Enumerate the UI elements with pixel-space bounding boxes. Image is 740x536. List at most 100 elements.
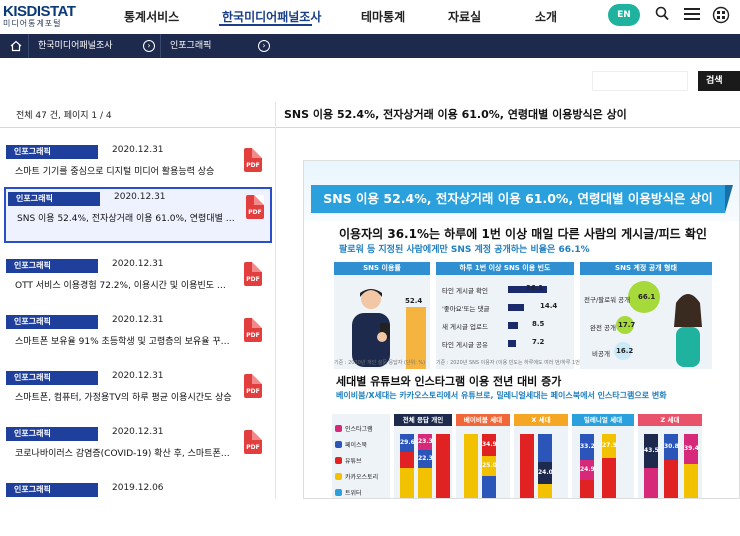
- breadcrumb: 한국미디어패널조사 › 인포그래픽 ›: [0, 34, 740, 58]
- menu-icon[interactable]: [684, 6, 700, 26]
- nav-about[interactable]: 소개: [535, 8, 557, 25]
- nav-archive[interactable]: 자료실: [448, 8, 481, 25]
- bar-segment: [538, 434, 552, 462]
- visibility-label: 비공개: [592, 350, 610, 358]
- generation-column: 43.5 30.8 39.4: [638, 426, 702, 498]
- bar-segment: 34.9: [482, 434, 497, 456]
- category-badge: 인포그래픽: [6, 371, 98, 385]
- facebook-legend-item: 페이스북: [335, 440, 367, 449]
- list-item[interactable]: 인포그래픽 2019.12.06: [4, 480, 272, 536]
- nav-active-indicator: [219, 24, 312, 26]
- category-badge: 인포그래픽: [6, 259, 98, 273]
- divider: [276, 127, 740, 128]
- generation-column: 33.2 24.9 27.9: [572, 426, 634, 498]
- row-label: 새 게시글 업로드: [442, 323, 488, 331]
- category-badge: 인포그래픽: [6, 145, 98, 159]
- pdf-download-icon[interactable]: PDF: [244, 374, 262, 398]
- bar-segment: [602, 458, 616, 498]
- bar-segment: [684, 464, 698, 498]
- item-title[interactable]: 스마트 기기를 중심으로 디지털 미디어 활용능력 상승: [15, 164, 233, 177]
- bar-segment: [436, 434, 450, 498]
- pdf-download-icon[interactable]: PDF: [244, 148, 262, 172]
- youtube-icon: [335, 457, 342, 464]
- row-bar: [508, 304, 524, 311]
- row-value: 8.5: [532, 320, 545, 328]
- sitemap-icon[interactable]: [712, 6, 730, 28]
- item-title[interactable]: OTT 서비스 이용경험 72.2%, 이용시간 및 이용빈도 모두 …: [15, 278, 233, 291]
- item-title[interactable]: 스마트폰 보유율 91% 초등학생 및 고령층의 보유율 꾸준히…: [15, 334, 233, 347]
- chevron-right-icon[interactable]: ›: [143, 40, 155, 52]
- generation-header: X 세대: [514, 414, 568, 426]
- column-divider: [275, 102, 276, 499]
- youtube-legend-item: 유튜브: [335, 456, 362, 465]
- pdf-download-icon[interactable]: PDF: [244, 430, 262, 454]
- bar-segment: 24.9: [580, 460, 595, 480]
- site-header: KISDISTAT 미디어통계포털 통계서비스 한국미디어패널조사 테마통계 자…: [0, 0, 740, 34]
- search-input[interactable]: [592, 71, 688, 91]
- bar-segment: [464, 434, 478, 498]
- bar-segment: 27.9: [602, 434, 617, 458]
- bar-segment: 39.4: [684, 434, 699, 464]
- result-count: 전체 47 건, 페이지 1 / 4: [16, 111, 112, 121]
- generation-header: 밀레니얼 세대: [572, 414, 634, 426]
- breadcrumb-level1[interactable]: 한국미디어패널조사: [38, 34, 113, 58]
- section-title: 세대별 유튜브와 인스타그램 이용 전년 대비 증가: [336, 375, 562, 388]
- visibility-value: 66.1: [638, 293, 656, 301]
- infographic-headline: 이용자의 36.1%는 하루에 1번 이상 매일 다른 사람의 게시글/피드 확…: [339, 227, 707, 241]
- account-visibility-panel: 전구/팔로워 공개 66.1 완전 공개 17.7 비공개 16.2: [580, 275, 712, 369]
- visibility-value: 16.2: [616, 347, 634, 355]
- bar-segment: 43.5: [644, 434, 659, 468]
- list-item[interactable]: 인포그래픽 2020.12.31 OTT 서비스 이용경험 72.2%, 이용시…: [4, 256, 272, 312]
- pdf-download-icon[interactable]: PDF: [246, 195, 264, 219]
- bar-segment: 33.2: [580, 434, 595, 460]
- bar-segment: [644, 468, 658, 498]
- site-logo[interactable]: KISDISTAT 미디어통계포털: [3, 3, 76, 29]
- search-icon[interactable]: [655, 6, 669, 26]
- nav-theme-stat[interactable]: 테마통계: [361, 8, 405, 25]
- item-title[interactable]: 스마트폰, 컴퓨터, 가정용TV의 하루 평균 이용시간도 상승: [15, 390, 233, 403]
- bar-segment: 25.0: [482, 456, 497, 476]
- kakaostory-icon: [335, 473, 342, 480]
- breadcrumb-level2[interactable]: 인포그래픽: [170, 34, 211, 58]
- item-date: 2019.12.06: [112, 483, 164, 493]
- facebook-icon: [335, 441, 342, 448]
- category-badge: 인포그래픽: [8, 192, 100, 206]
- bar-segment: 29.6: [400, 434, 415, 452]
- detail-title: SNS 이용 52.4%, 전자상거래 이용 61.0%, 연령대별 이용방식은…: [284, 108, 627, 121]
- bar-segment: [418, 468, 432, 498]
- category-badge: 인포그래픽: [6, 483, 98, 497]
- bar-segment: 24.0: [538, 462, 553, 484]
- pdf-download-icon[interactable]: PDF: [244, 262, 262, 286]
- section-subtitle: 베이비붐/X세대는 카카오스토리에서 유튜브로, 밀레니얼세대는 페이스북에서 …: [336, 391, 667, 400]
- chevron-right-icon[interactable]: ›: [258, 40, 270, 52]
- pdf-download-icon[interactable]: PDF: [244, 318, 262, 342]
- item-title[interactable]: 코로나바이러스 감염증(COVID-19) 확산 후, 스마트폰을 중…: [15, 446, 233, 459]
- generation-header: 베이비붐 세대: [456, 414, 510, 426]
- nav-stat-service[interactable]: 통계서비스: [124, 8, 179, 25]
- list-item[interactable]: 인포그래픽 2020.12.31 스마트폰, 컴퓨터, 가정용TV의 하루 평균…: [4, 368, 272, 424]
- list-item-selected[interactable]: 인포그래픽 2020.12.31 SNS 이용 52.4%, 전자상거래 이용 …: [4, 187, 272, 243]
- item-date: 2020.12.31: [114, 192, 166, 202]
- sns-usage-panel: 52.4: [334, 275, 430, 369]
- language-toggle-button[interactable]: EN: [608, 4, 640, 26]
- breadcrumb-divider: [160, 34, 161, 58]
- breadcrumb-divider: [28, 34, 29, 58]
- infographic-subline: 팔로워 등 지정된 사람에게만 SNS 계정 공개하는 비율은 66.1%: [339, 245, 590, 255]
- row-value: 14.4: [540, 302, 558, 310]
- row-label: 타인 게시글 확인: [442, 287, 488, 295]
- category-badge: 인포그래픽: [6, 427, 98, 441]
- row-bar: [508, 322, 518, 329]
- visibility-label: 전구/팔로워 공개: [584, 296, 631, 304]
- kakaostory-legend-item: 카카오스토리: [335, 472, 378, 481]
- row-value: 36.1: [526, 284, 544, 292]
- row-label: '좋아요'또는 댓글: [442, 305, 490, 313]
- bar-segment: 22.3: [418, 450, 433, 468]
- row-bar: [508, 340, 516, 347]
- item-date: 2020.12.31: [112, 315, 164, 325]
- list-item[interactable]: 인포그래픽 2020.12.31 스마트폰 보유율 91% 초등학생 및 고령층…: [4, 312, 272, 368]
- home-icon[interactable]: [10, 34, 22, 58]
- list-item[interactable]: 인포그래픽 2020.12.31 코로나바이러스 감염증(COVID-19) 확…: [4, 424, 272, 480]
- nav-media-panel[interactable]: 한국미디어패널조사: [222, 8, 321, 25]
- search-button[interactable]: 검색: [698, 71, 740, 91]
- item-title[interactable]: SNS 이용 52.4%, 전자상거래 이용 61.0%, 연령대별 이용…: [17, 211, 235, 224]
